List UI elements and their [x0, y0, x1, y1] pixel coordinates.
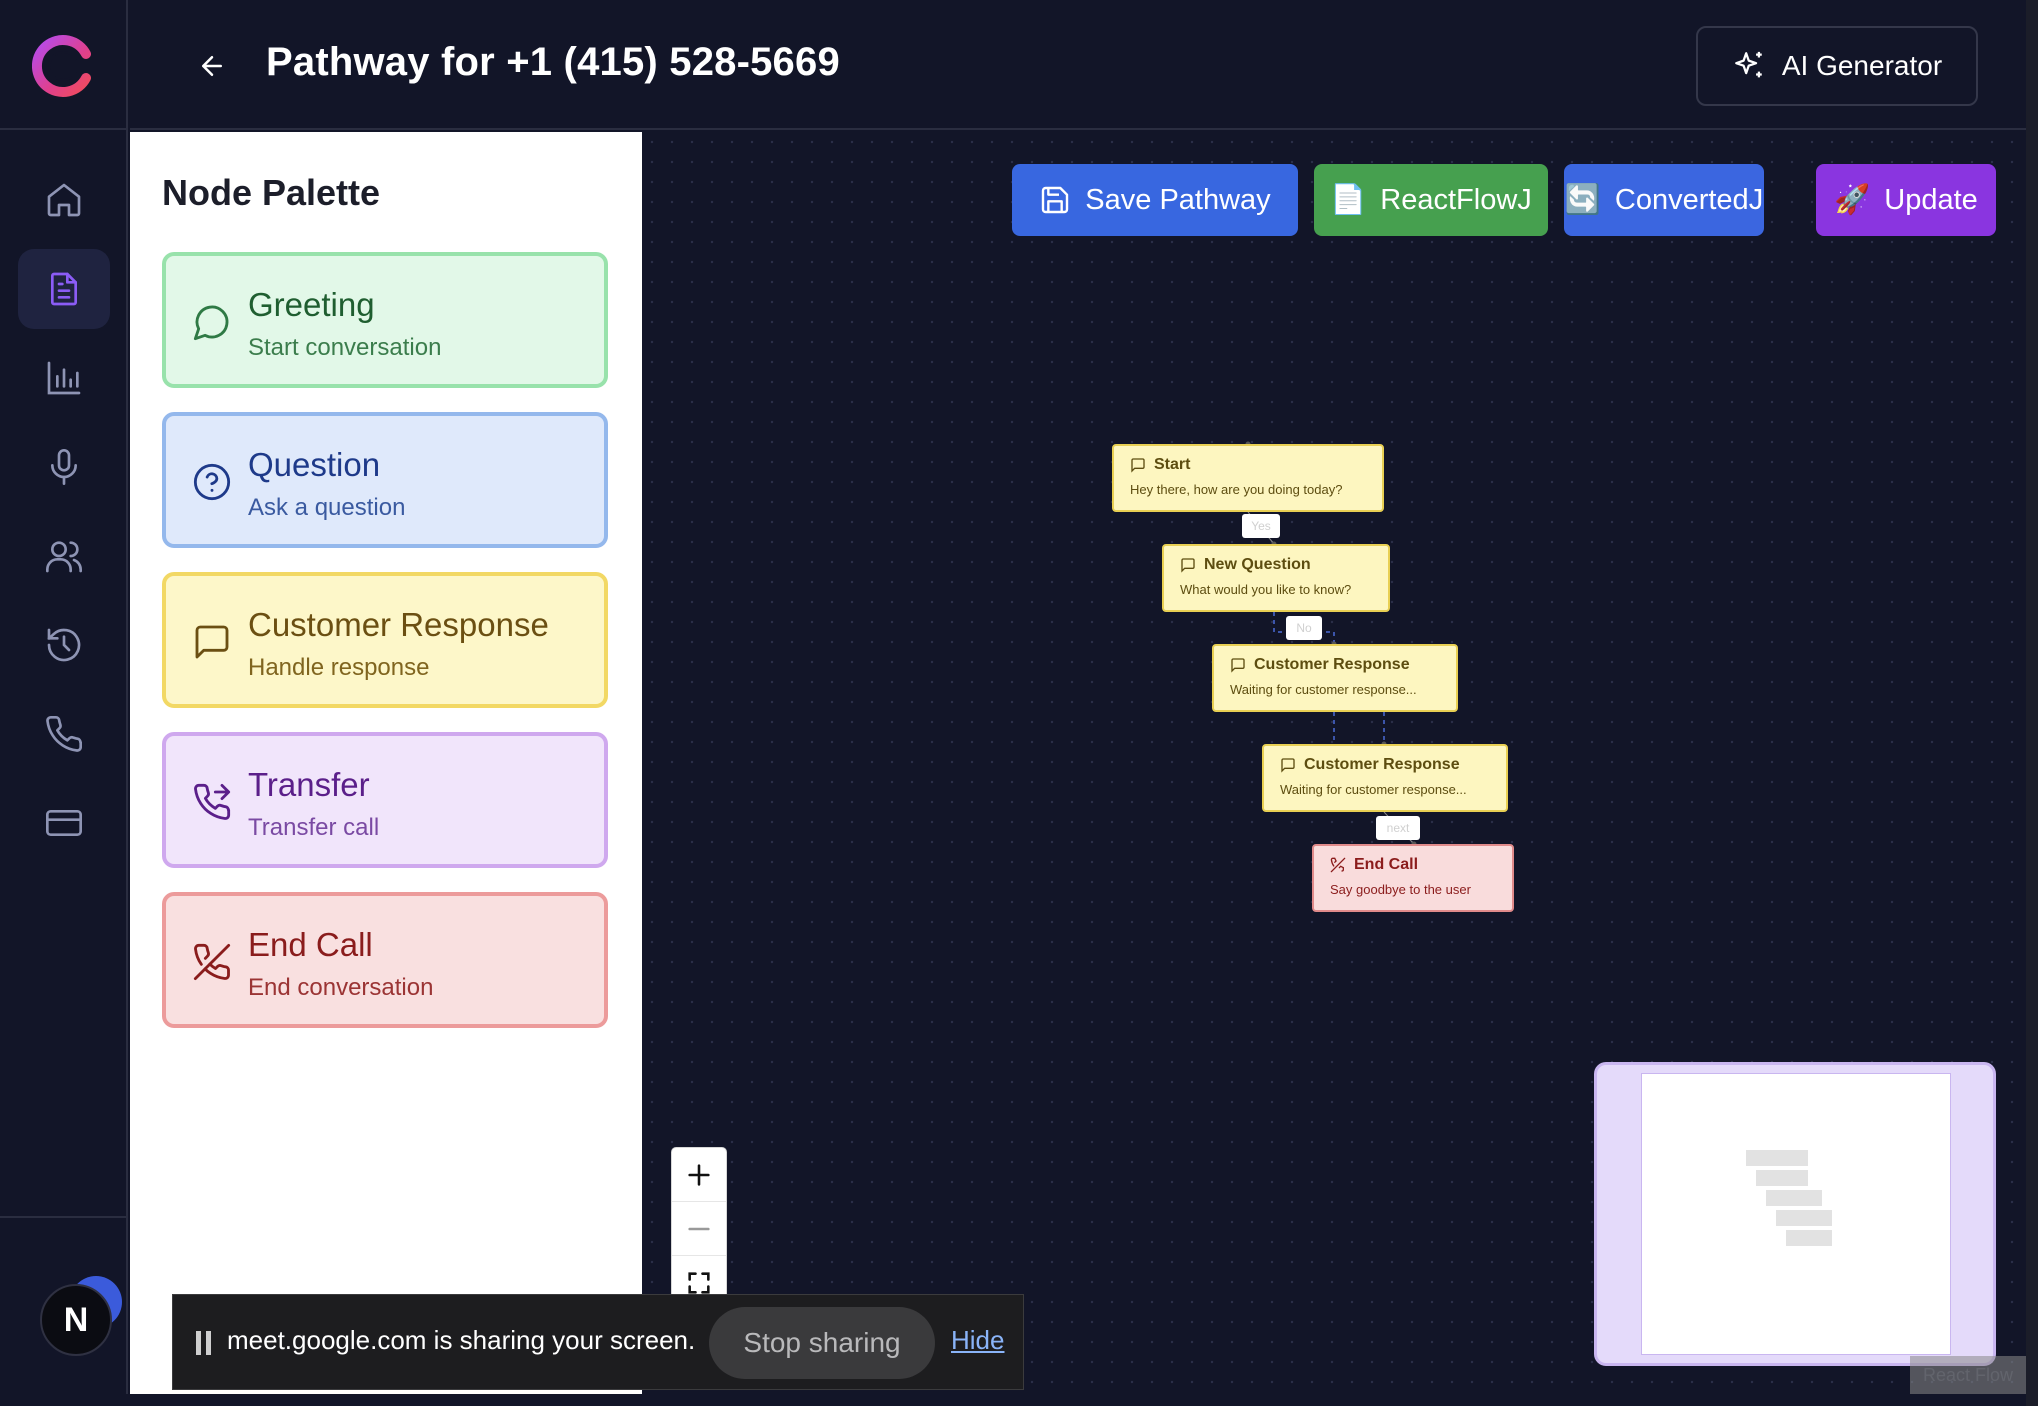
- palette-item-question[interactable]: Question Ask a question: [162, 412, 608, 548]
- sidebar-item-analytics[interactable]: [18, 338, 110, 418]
- sidebar-divider: [0, 128, 128, 130]
- flow-node-customer-response[interactable]: Customer Response Waiting for customer r…: [1262, 744, 1508, 812]
- palette-item-title: Greeting: [248, 286, 375, 323]
- app-root: N Pathway for +1 (415) 528-5669 AI Gener…: [0, 0, 2038, 1406]
- phone-off-icon: [1330, 857, 1346, 873]
- chat-bubble-icon: [193, 305, 229, 341]
- user-menu[interactable]: N: [40, 1276, 124, 1360]
- sparkles-icon: [1734, 51, 1762, 78]
- minus-icon: [688, 1227, 710, 1230]
- flow-node-title: End Call: [1354, 856, 1419, 873]
- zoom-out-button[interactable]: [672, 1202, 726, 1256]
- sidebar: N: [0, 0, 128, 1394]
- palette-title: Node Palette: [162, 172, 381, 213]
- palette-item-customer-response[interactable]: Customer Response Handle response: [162, 572, 608, 708]
- minimap-node: [1776, 1210, 1832, 1226]
- sidebar-item-billing[interactable]: [18, 783, 110, 863]
- ai-generator-label: AI Generator: [1781, 50, 1943, 81]
- chat-bubble-icon: [1181, 558, 1195, 573]
- credit-card-icon: [46, 810, 82, 836]
- users-icon: [46, 541, 82, 573]
- home-icon: [47, 183, 81, 217]
- flow-node-text: Hey there, how are you doing today?: [1130, 482, 1343, 497]
- microphone-icon: [51, 449, 77, 485]
- palette-item-subtitle: Transfer call: [248, 814, 380, 841]
- hide-banner-link[interactable]: Hide: [951, 1325, 1004, 1356]
- edge-label[interactable]: Yes: [1242, 514, 1280, 538]
- minimap-node: [1746, 1150, 1808, 1166]
- palette-item-subtitle: Start conversation: [248, 334, 442, 361]
- palette-item-transfer[interactable]: Transfer Transfer call: [162, 732, 608, 868]
- react-flow-attribution[interactable]: React Flow: [1910, 1356, 2026, 1394]
- message-square-icon: [195, 625, 229, 659]
- phone-off-icon: [193, 943, 231, 981]
- sidebar-item-voices[interactable]: [18, 427, 110, 507]
- document-icon: [51, 272, 77, 306]
- palette-item-end-call[interactable]: End Call End conversation: [162, 892, 608, 1028]
- flow-node-title: Customer Response: [1254, 656, 1410, 673]
- minimap-viewport[interactable]: [1641, 1073, 1951, 1355]
- back-button[interactable]: [190, 44, 234, 88]
- sidebar-item-history[interactable]: [18, 605, 110, 685]
- node-palette: Node Palette Greeting Start conversation…: [130, 132, 642, 1394]
- palette-item-greeting[interactable]: Greeting Start conversation: [162, 252, 608, 388]
- minimap-node: [1786, 1230, 1832, 1246]
- flow-node-start[interactable]: Start Hey there, how are you doing today…: [1112, 444, 1384, 512]
- palette-item-subtitle: End conversation: [248, 974, 434, 1001]
- page-header: Pathway for +1 (415) 528-5669 AI Generat…: [130, 0, 2026, 130]
- pause-icon: [196, 1331, 211, 1355]
- palette-item-subtitle: Ask a question: [248, 494, 406, 521]
- phone-icon: [46, 715, 83, 752]
- chat-bubble-icon: [1281, 758, 1295, 773]
- flow-node-new-question[interactable]: New Question What would you like to know…: [1162, 544, 1390, 612]
- palette-item-title: Question: [248, 446, 381, 483]
- edge-label[interactable]: next: [1376, 816, 1420, 840]
- flow-canvas[interactable]: Save Pathway 📄 ReactFlowJ 🔄 ConvertedJ 🚀…: [642, 132, 2026, 1394]
- stop-sharing-button[interactable]: Stop sharing: [709, 1307, 935, 1379]
- flow-node-text: Waiting for customer response...: [1280, 782, 1467, 797]
- screen-share-banner: meet.google.com is sharing your screen. …: [172, 1294, 1024, 1390]
- zoom-in-button[interactable]: [672, 1148, 726, 1202]
- question-circle-icon: [193, 463, 231, 501]
- flow-node-text: Waiting for customer response...: [1230, 682, 1417, 697]
- palette-item-title: End Call: [248, 926, 373, 963]
- app-logo[interactable]: [32, 34, 96, 98]
- palette-item-title: Customer Response: [248, 606, 549, 643]
- history-icon: [47, 628, 81, 662]
- minimap[interactable]: [1594, 1062, 1996, 1366]
- flow-node-title: Customer Response: [1304, 756, 1460, 773]
- flow-node-title: Start: [1154, 456, 1191, 473]
- minimap-node: [1766, 1190, 1822, 1206]
- ai-generator-button[interactable]: AI Generator: [1696, 26, 1978, 106]
- edge-label[interactable]: No: [1286, 616, 1322, 640]
- palette-item-subtitle: Handle response: [248, 654, 430, 681]
- palette-item-title: Transfer: [248, 766, 370, 803]
- bar-chart-icon: [47, 361, 81, 395]
- flow-node-text: Say goodbye to the user: [1330, 882, 1471, 897]
- plus-icon: [688, 1163, 710, 1186]
- arrow-left-icon: [202, 56, 222, 76]
- chat-bubble-icon: [1231, 658, 1245, 673]
- minimap-node: [1756, 1170, 1808, 1186]
- phone-forward-icon: [194, 783, 231, 820]
- sidebar-item-home[interactable]: [18, 160, 110, 240]
- chat-bubble-icon: [1131, 458, 1145, 473]
- page-title: Pathway for +1 (415) 528-5669: [266, 40, 840, 84]
- sidebar-divider: [0, 1216, 128, 1218]
- flow-node-customer-response[interactable]: Customer Response Waiting for customer r…: [1212, 644, 1458, 712]
- sidebar-item-calls[interactable]: [18, 694, 110, 774]
- flow-node-end-call[interactable]: End Call Say goodbye to the user: [1312, 844, 1514, 912]
- fullscreen-icon: [688, 1271, 710, 1294]
- flow-node-title: New Question: [1204, 556, 1311, 573]
- sidebar-item-pathways[interactable]: [18, 249, 110, 329]
- window-edge: [2026, 0, 2038, 1406]
- share-message: meet.google.com is sharing your screen.: [227, 1325, 696, 1355]
- avatar[interactable]: N: [40, 1284, 112, 1356]
- sidebar-item-team[interactable]: [18, 516, 110, 596]
- flow-node-text: What would you like to know?: [1180, 582, 1352, 597]
